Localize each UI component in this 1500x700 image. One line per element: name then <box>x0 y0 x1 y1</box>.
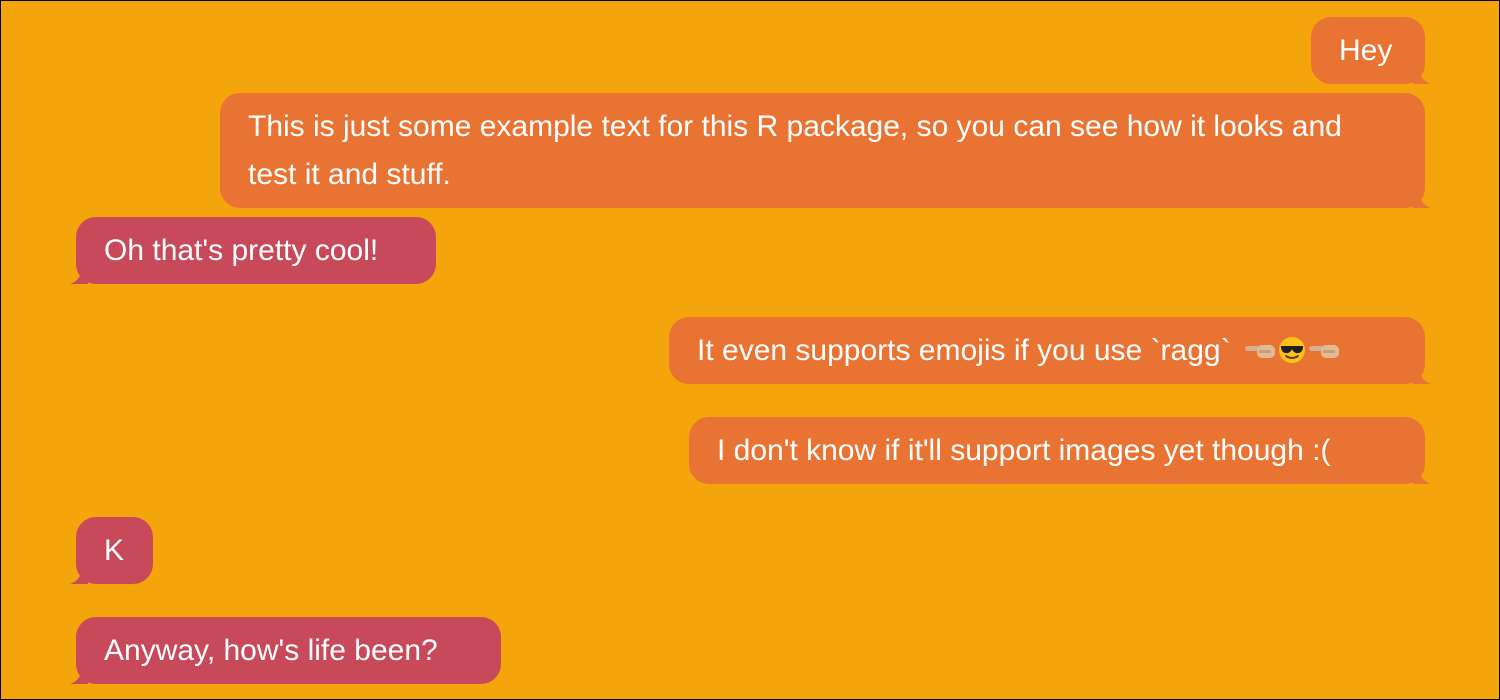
smiling-face-with-sunglasses-icon <box>1278 337 1305 364</box>
message-text: It even supports emojis if you use `ragg… <box>697 334 1231 367</box>
bubble-tail-icon <box>1413 190 1431 208</box>
bubble-tail-icon <box>70 666 88 684</box>
message-bubble-received: Oh that's pretty cool! <box>70 217 436 284</box>
message-text: Hey <box>1339 34 1393 67</box>
bubble-tail-icon <box>1413 66 1431 84</box>
chat-canvas: Hey This is just some example text for t… <box>0 0 1500 700</box>
bubble-tail-icon <box>1413 466 1431 484</box>
message-bubble-sent: It even supports emojis if you use `ragg… <box>669 317 1431 384</box>
message-bubble-received: Anyway, how's life been? <box>70 617 501 684</box>
bubble-tail-icon <box>70 266 88 284</box>
message-text: I don't know if it'll support images yet… <box>717 434 1331 467</box>
message-text: This is just some example text for this … <box>248 110 1342 191</box>
message-text: Oh that's pretty cool! <box>104 234 379 267</box>
pointing-left-hand-icon <box>1308 345 1339 359</box>
message-bubble-received: K <box>70 517 153 584</box>
message-bubble-sent: This is just some example text for this … <box>220 93 1431 208</box>
emoji-group <box>1243 335 1341 365</box>
pointing-left-hand-icon <box>1244 345 1275 359</box>
message-text: K <box>104 534 125 567</box>
bubble-tail-icon <box>1413 366 1431 384</box>
message-bubble-sent: Hey <box>1311 17 1431 84</box>
message-bubble-sent: I don't know if it'll support images yet… <box>689 417 1431 484</box>
bubble-tail-icon <box>70 566 88 584</box>
message-text: Anyway, how's life been? <box>104 634 438 667</box>
